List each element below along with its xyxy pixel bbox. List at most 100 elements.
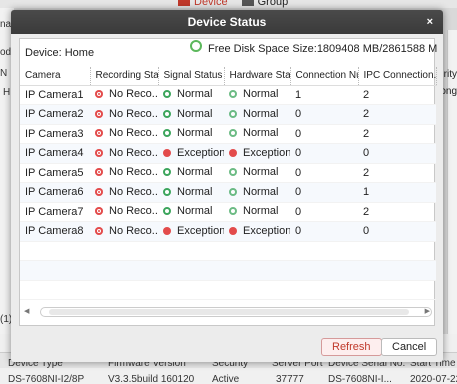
- empty-row: [20, 280, 436, 300]
- table-row[interactable]: IP Camera8 No Reco... Exception Exception 0 0: [20, 221, 436, 242]
- signal-status-icon: [163, 226, 171, 235]
- signal-status-icon: [163, 109, 171, 118]
- ipc-connection-cell: 2: [358, 85, 436, 105]
- hardware-status-icon: [229, 90, 237, 99]
- signal-cell: Normal: [158, 104, 224, 125]
- signal-cell-text: Normal: [177, 107, 213, 120]
- signal-cell-status: Normal: [163, 166, 212, 178]
- column-header-recording[interactable]: Recording Status: [90, 67, 159, 86]
- table-row[interactable]: IP Camera5 No Reco... Normal Normal 0 2: [20, 163, 436, 183]
- scroll-left-icon[interactable]: ◀: [24, 307, 29, 315]
- column-header-connection[interactable]: Connection Nu...: [290, 67, 359, 86]
- signal-cell-status: Normal: [163, 205, 212, 217]
- recording-cell-status: No Reco...: [95, 186, 158, 198]
- status-table: Camera Recording Status Signal Status Ha…: [20, 67, 437, 300]
- camera-cell: IP Camera6: [20, 182, 90, 203]
- hardware-cell-status: Normal: [229, 205, 278, 217]
- empty-cell: [158, 280, 224, 300]
- recording-status-icon: [95, 148, 103, 157]
- close-icon[interactable]: ×: [427, 10, 433, 34]
- recording-cell-text: No Reco...: [109, 205, 158, 218]
- table-header-row: Camera Recording Status Signal Status Ha…: [20, 67, 437, 86]
- ipc-connection-cell: 2: [358, 124, 436, 144]
- recording-status-icon: [95, 90, 103, 99]
- cancel-button[interactable]: Cancel: [381, 338, 438, 356]
- table-row[interactable]: IP Camera2 No Reco... Normal Normal 0 2: [20, 104, 436, 125]
- recording-status-icon: [95, 226, 103, 235]
- bg-cell-value: 37777: [276, 374, 304, 384]
- column-header-ipc-connection[interactable]: IPC Connection...: [358, 67, 437, 86]
- signal-cell-status: Normal: [163, 88, 212, 100]
- dialog-titlebar[interactable]: Device Status ×: [11, 10, 443, 34]
- recording-cell-status: No Reco...: [95, 225, 158, 237]
- column-header-signal[interactable]: Signal Status: [158, 67, 225, 86]
- table-row[interactable]: IP Camera3 No Reco... Normal Normal 0 2: [20, 124, 436, 144]
- hardware-cell-text: Exception: [243, 224, 290, 237]
- empty-cell: [158, 260, 224, 281]
- connection-cell: 0: [290, 143, 358, 164]
- connection-cell: 1: [290, 85, 358, 105]
- bg-left-label: H: [3, 87, 11, 98]
- disk-status-icon: [190, 40, 202, 52]
- connection-cell: 0: [290, 163, 358, 183]
- signal-cell-text: Normal: [177, 127, 213, 140]
- connection-cell: 0: [290, 202, 358, 222]
- recording-cell: No Reco...: [90, 163, 158, 183]
- signal-status-icon: [163, 187, 171, 196]
- bg-cell-value: DS-7608NI-I2/8P: [8, 374, 85, 384]
- empty-cell: [90, 241, 158, 261]
- device-status-dialog: Device Status × Device: Home Free Disk S…: [11, 10, 443, 362]
- empty-cell: [20, 260, 90, 281]
- column-header-camera[interactable]: Camera: [20, 67, 91, 86]
- signal-status-icon: [163, 207, 171, 216]
- signal-cell-text: Exception: [177, 146, 224, 159]
- hardware-cell-text: Normal: [243, 88, 279, 101]
- background-right-panel: [447, 30, 457, 380]
- table-row[interactable]: IP Camera7 No Reco... Normal Normal 0 2: [20, 202, 436, 222]
- camera-cell: IP Camera7: [20, 202, 90, 222]
- tab-group[interactable]: Group: [241, 0, 288, 8]
- horizontal-scrollbar[interactable]: [40, 307, 432, 317]
- hardware-status-icon: [229, 109, 237, 118]
- table-row[interactable]: IP Camera4 No Reco... Exception Exception 0 0: [20, 143, 436, 164]
- table-row[interactable]: IP Camera6 No Reco... Normal Normal 0 1: [20, 182, 436, 203]
- recording-cell-text: No Reco...: [109, 107, 158, 120]
- hardware-cell-status: Normal: [229, 108, 278, 120]
- recording-cell: No Reco...: [90, 85, 158, 105]
- ipc-connection-cell: 2: [358, 202, 436, 222]
- recording-status-icon: [95, 168, 103, 177]
- empty-cell: [290, 280, 358, 300]
- connection-cell: 0: [290, 221, 358, 242]
- table-row[interactable]: IP Camera1 No Reco... Normal Normal 1 2: [20, 85, 436, 105]
- disk-space-text: Free Disk Space Size:1809408 MB/2861588 …: [208, 43, 438, 55]
- signal-cell-text: Exception: [177, 224, 224, 237]
- hardware-cell: Exception: [224, 221, 290, 242]
- signal-cell: Normal: [158, 202, 224, 222]
- connection-cell: 0: [290, 124, 358, 144]
- background-tabs: Device Group: [178, 0, 288, 8]
- tab-device[interactable]: Device: [178, 0, 228, 8]
- recording-cell: No Reco...: [90, 182, 158, 203]
- recording-cell-status: No Reco...: [95, 205, 158, 217]
- empty-cell: [158, 241, 224, 261]
- scrollbar-thumb[interactable]: [49, 309, 409, 315]
- camera-cell: IP Camera2: [20, 104, 90, 125]
- recording-status-icon: [95, 187, 103, 196]
- device-name: Device: Home: [25, 47, 95, 59]
- signal-cell-status: Normal: [163, 186, 212, 198]
- camera-cell: IP Camera3: [20, 124, 90, 144]
- bg-cell-value: DS-7608NI-I...: [328, 374, 392, 384]
- recording-cell-text: No Reco...: [109, 185, 158, 198]
- recording-cell: No Reco...: [90, 221, 158, 242]
- column-header-hardware[interactable]: Hardware Status: [224, 67, 291, 86]
- hardware-cell-status: Normal: [229, 186, 278, 198]
- hardware-cell-text: Normal: [243, 185, 279, 198]
- recording-cell-status: No Reco...: [95, 166, 158, 178]
- hardware-status-icon: [229, 168, 237, 177]
- empty-cell: [358, 260, 436, 281]
- signal-cell-status: Normal: [163, 108, 212, 120]
- recording-cell-text: No Reco...: [109, 224, 158, 237]
- scroll-right-icon[interactable]: ▶: [425, 307, 430, 315]
- refresh-button[interactable]: Refresh: [321, 338, 382, 356]
- hardware-cell: Normal: [224, 202, 290, 222]
